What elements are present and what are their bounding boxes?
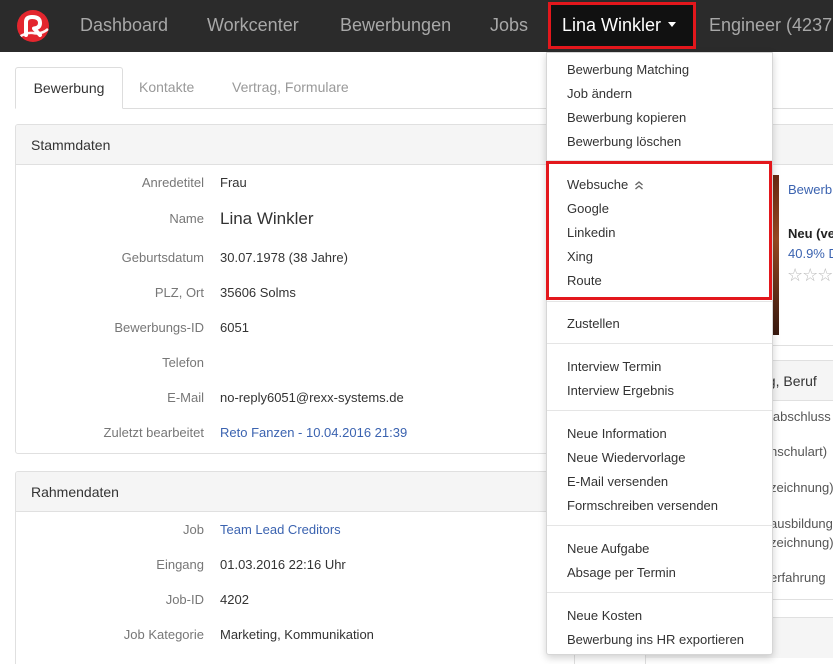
menu-divider <box>547 160 772 161</box>
field-value: 35606 Solms <box>220 285 296 300</box>
status-text: Neu (ve <box>788 226 833 241</box>
nav-workcenter[interactable]: Workcenter <box>207 0 299 52</box>
menu-interview-termin[interactable]: Interview Termin <box>567 358 661 376</box>
field-bewerbungs-id: Bewerbungs-ID 6051 <box>16 318 574 338</box>
menu-neue-wiedervorlage[interactable]: Neue Wiedervorlage <box>567 449 686 467</box>
qualification-line: hschulart) <box>770 444 828 459</box>
menu-xing[interactable]: Xing <box>567 248 593 266</box>
qualification-line: zeichnung) <box>770 480 833 495</box>
menu-job-aendern[interactable]: Job ändern <box>567 85 632 103</box>
qualification-line: zeichnung) <box>770 535 833 550</box>
menu-bewerbung-hr-exportieren[interactable]: Bewerbung ins HR exportieren <box>567 631 744 649</box>
field-email: E-Mail no-reply6051@rexx-systems.de <box>16 388 574 408</box>
field-anredetitel: Anredetitel Frau <box>16 173 574 193</box>
stammdaten-title: Stammdaten <box>16 125 574 165</box>
qualification-line: labschluss <box>770 409 831 424</box>
field-telefon: Telefon <box>16 353 574 373</box>
field-value: Frau <box>220 175 247 190</box>
tab-kontakte[interactable]: Kontakte <box>139 67 194 109</box>
field-plz-ort: PLZ, Ort 35606 Solms <box>16 283 574 303</box>
field-label: Name <box>169 211 204 226</box>
menu-google[interactable]: Google <box>567 200 609 218</box>
menu-divider <box>547 525 772 526</box>
field-job-kategorie: Job Kategorie Marketing, Kommunikation <box>16 625 574 645</box>
field-job: Job Team Lead Creditors <box>16 520 574 540</box>
field-value: Marketing, Kommunikation <box>220 627 374 642</box>
qualification-line: erfahrung <box>770 570 826 585</box>
rahmendaten-title: Rahmendaten <box>16 472 574 512</box>
menu-bewerbung-kopieren[interactable]: Bewerbung kopieren <box>567 109 686 127</box>
menu-divider <box>547 592 772 593</box>
nav-jobs[interactable]: Jobs <box>490 0 528 52</box>
nav-bewerbungen[interactable]: Bewerbungen <box>340 0 451 52</box>
nav-job-context[interactable]: Engineer (4237 <box>709 0 832 52</box>
menu-interview-ergebnis[interactable]: Interview Ergebnis <box>567 382 674 400</box>
user-dropdown-menu: Bewerbung Matching Job ändern Bewerbung … <box>546 52 773 655</box>
field-job-id: Job-ID 4202 <box>16 590 574 610</box>
menu-bewerbung-matching[interactable]: Bewerbung Matching <box>567 61 689 79</box>
last-edited-link[interactable]: Reto Fanzen - 10.04.2016 21:39 <box>220 423 407 443</box>
menu-websuche[interactable]: Websuche <box>567 176 644 195</box>
field-value: 01.03.2016 22:16 Uhr <box>220 557 346 572</box>
rexx-logo-icon[interactable] <box>17 10 49 42</box>
field-value: 6051 <box>220 320 249 335</box>
field-eingang: Eingang 01.03.2016 22:16 Uhr <box>16 555 574 575</box>
websuche-label: Websuche <box>567 177 629 192</box>
field-label: Geburtsdatum <box>121 250 204 265</box>
menu-divider <box>547 410 772 411</box>
top-navbar: Dashboard Workcenter Bewerbungen Jobs Li… <box>0 0 833 52</box>
field-label: E-Mail <box>167 390 204 405</box>
field-label: Telefon <box>162 355 204 370</box>
tab-bewerbung[interactable]: Bewerbung <box>15 67 123 109</box>
field-label: Eingang <box>156 557 204 572</box>
field-label: PLZ, Ort <box>154 285 204 300</box>
caret-down-icon <box>668 21 677 27</box>
menu-linkedin[interactable]: Linkedin <box>567 224 615 242</box>
user-menu-toggle[interactable]: Lina Winkler <box>548 2 696 49</box>
candidate-name: Lina Winkler <box>220 209 314 228</box>
menu-neue-aufgabe[interactable]: Neue Aufgabe <box>567 540 649 558</box>
double-chevron-up-icon <box>634 177 644 195</box>
email-value[interactable]: no-reply6051@rexx-systems.de <box>220 388 404 408</box>
field-label: Job Kategorie <box>123 627 204 642</box>
field-label: Job <box>183 522 204 537</box>
job-link[interactable]: Team Lead Creditors <box>220 520 341 540</box>
tab-vertrag-formulare[interactable]: Vertrag, Formulare <box>232 67 349 109</box>
match-score: 40.9% D <box>788 246 833 261</box>
field-label: Bewerbungs-ID <box>114 320 204 335</box>
menu-email-versenden[interactable]: E-Mail versenden <box>567 473 668 491</box>
user-name: Lina Winkler <box>562 15 662 35</box>
menu-neue-information[interactable]: Neue Information <box>567 425 667 443</box>
rahmendaten-panel: Rahmendaten Job Team Lead Creditors Eing… <box>15 471 575 664</box>
menu-divider <box>547 301 772 302</box>
menu-bewerbung-loeschen[interactable]: Bewerbung löschen <box>567 133 681 151</box>
field-name: Name Lina Winkler <box>16 209 574 229</box>
field-value: 4202 <box>220 592 249 607</box>
field-zuletzt-bearbeitet: Zuletzt bearbeitet Reto Fanzen - 10.04.2… <box>16 423 574 443</box>
field-geburtsdatum: Geburtsdatum 30.07.1978 (38 Jahre) <box>16 248 574 268</box>
field-label: Anredetitel <box>141 175 204 190</box>
menu-zustellen[interactable]: Zustellen <box>567 315 620 333</box>
field-label: Job-ID <box>165 592 204 607</box>
field-value: 30.07.1978 (38 Jahre) <box>220 250 348 265</box>
menu-formschreiben-versenden[interactable]: Formschreiben versenden <box>567 497 718 515</box>
nav-dashboard[interactable]: Dashboard <box>80 0 168 52</box>
stammdaten-panel: Stammdaten Anredetitel Frau Name Lina Wi… <box>15 124 575 454</box>
menu-divider <box>547 343 772 344</box>
qualification-line: ausbildung <box>770 516 833 531</box>
menu-route[interactable]: Route <box>567 272 602 290</box>
rating-stars-icon[interactable]: ☆☆☆ <box>787 265 833 286</box>
menu-neue-kosten[interactable]: Neue Kosten <box>567 607 642 625</box>
summary-link[interactable]: Bewerb <box>788 182 832 197</box>
menu-absage-per-termin[interactable]: Absage per Termin <box>567 564 676 582</box>
field-label: Zuletzt bearbeitet <box>103 425 204 440</box>
